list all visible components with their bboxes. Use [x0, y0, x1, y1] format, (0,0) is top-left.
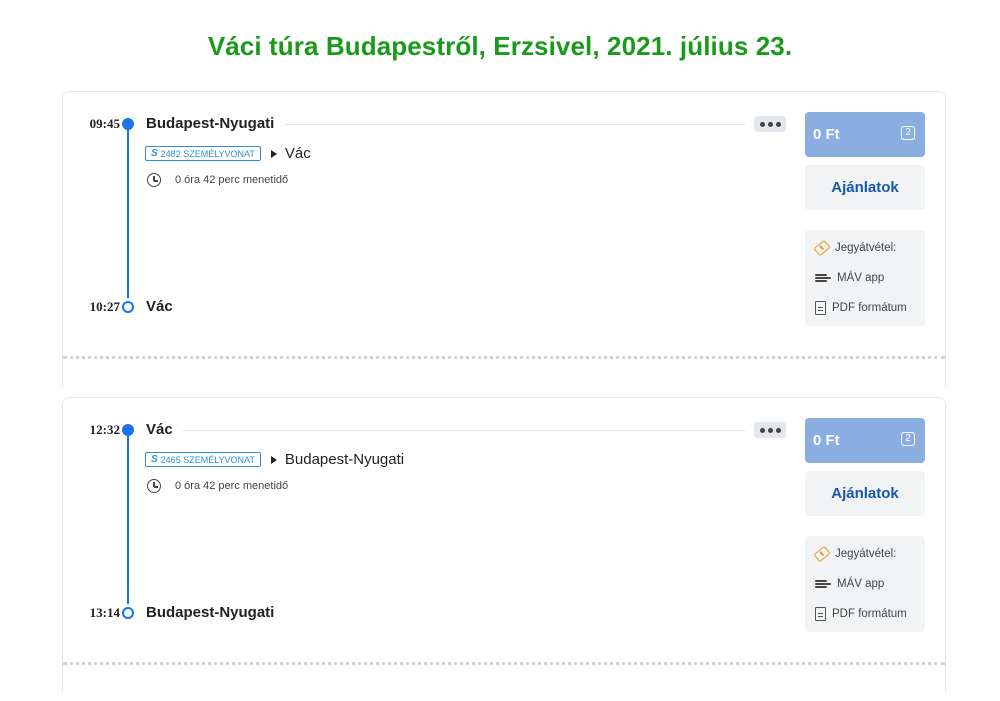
ticket-pickup-label: Jegyátvétel:	[835, 242, 897, 254]
train-info: S 2482 SZEMÉLYVONAT Vác	[145, 145, 311, 162]
train-badge-label: 2465 SZEMÉLYVONAT	[160, 454, 255, 465]
arrival-dot	[122, 301, 134, 313]
train-info: S 2465 SZEMÉLYVONAT Budapest-Nyugati	[145, 451, 404, 468]
clock-icon	[147, 173, 161, 187]
arrival-station: Budapest-Nyugati	[146, 604, 275, 621]
price-button[interactable]: 0 Ft 2	[805, 418, 925, 463]
duration-row: 0 óra 42 perc menetidő	[147, 479, 288, 493]
train-badge-label: 2482 SZEMÉLYVONAT	[160, 148, 255, 159]
more-icon	[759, 427, 765, 433]
card-separator	[63, 662, 945, 665]
duration-text: 0 óra 42 perc menetidő	[175, 174, 289, 186]
page-title: Váci túra Budapestről, Erzsivel, 2021. j…	[207, 31, 793, 61]
ticket-icon	[813, 239, 831, 257]
departure-station: Vác	[146, 421, 173, 438]
departure-dot	[122, 118, 134, 130]
offers-button[interactable]: Ajánlatok	[805, 471, 925, 516]
pdf-option[interactable]: PDF formátum	[815, 607, 907, 621]
ticket-pickup: Jegyátvétel:	[813, 545, 897, 563]
duration-row: 0 óra 42 perc menetidő	[147, 173, 288, 187]
card-separator	[63, 356, 945, 359]
arrow-right-icon	[270, 455, 277, 464]
ticket-icon	[813, 545, 831, 563]
pdf-label: PDF formátum	[832, 302, 907, 314]
divider	[183, 430, 745, 431]
route-line	[127, 130, 129, 298]
train-destination: Budapest-Nyugati	[284, 451, 405, 468]
mav-app-option[interactable]: MÁV app	[815, 272, 884, 284]
arrow-right-icon	[270, 149, 277, 158]
ticket-pickup-label: Jegyátvétel:	[835, 548, 897, 560]
arrival-time: 13:14	[89, 605, 120, 620]
arrival-station: Vác	[146, 298, 173, 315]
train-destination: Vác	[284, 145, 311, 162]
divider	[285, 124, 745, 125]
price-amount: 0 Ft	[813, 126, 840, 143]
departure-time: 12:32	[89, 422, 120, 437]
ticket-pickup: Jegyátvétel:	[813, 239, 897, 257]
journey-card-2: 12:32 Vác S 2465 SZEMÉLYVONAT Budapest-N…	[62, 397, 946, 693]
price-button[interactable]: 0 Ft 2	[805, 112, 925, 157]
arrival-time: 10:27	[89, 299, 120, 314]
pdf-label: PDF formátum	[832, 608, 907, 620]
offers-button[interactable]: Ajánlatok	[805, 165, 925, 210]
mav-app-option[interactable]: MÁV app	[815, 578, 884, 590]
more-icon	[759, 121, 765, 127]
route-line	[127, 436, 129, 604]
departure-time: 09:45	[89, 116, 120, 131]
ticket-options: Jegyátvétel: MÁV app PDF formátum	[805, 230, 925, 326]
train-logo-icon: S	[151, 148, 158, 159]
more-options-button[interactable]	[754, 422, 786, 438]
passenger-count: 2	[901, 432, 915, 446]
arrival-dot	[122, 607, 134, 619]
pdf-icon	[815, 301, 826, 315]
train-logo-icon: S	[151, 454, 158, 465]
train-app-icon	[815, 273, 831, 283]
departure-station: Budapest-Nyugati	[146, 115, 275, 132]
pdf-icon	[815, 607, 826, 621]
passenger-count: 2	[901, 126, 915, 140]
train-app-icon	[815, 579, 831, 589]
clock-icon	[147, 479, 161, 493]
more-options-button[interactable]	[754, 116, 786, 132]
mav-app-label: MÁV app	[837, 578, 885, 590]
train-badge[interactable]: S 2465 SZEMÉLYVONAT	[145, 452, 261, 467]
departure-dot	[122, 424, 134, 436]
train-badge[interactable]: S 2482 SZEMÉLYVONAT	[145, 146, 261, 161]
mav-app-label: MÁV app	[837, 272, 885, 284]
ticket-options: Jegyátvétel: MÁV app PDF formátum	[805, 536, 925, 632]
journey-card-1: 09:45 Budapest-Nyugati S 2482 SZEMÉLYVON…	[62, 91, 946, 387]
duration-text: 0 óra 42 perc menetidő	[175, 480, 289, 492]
price-amount: 0 Ft	[813, 432, 840, 449]
pdf-option[interactable]: PDF formátum	[815, 301, 907, 315]
